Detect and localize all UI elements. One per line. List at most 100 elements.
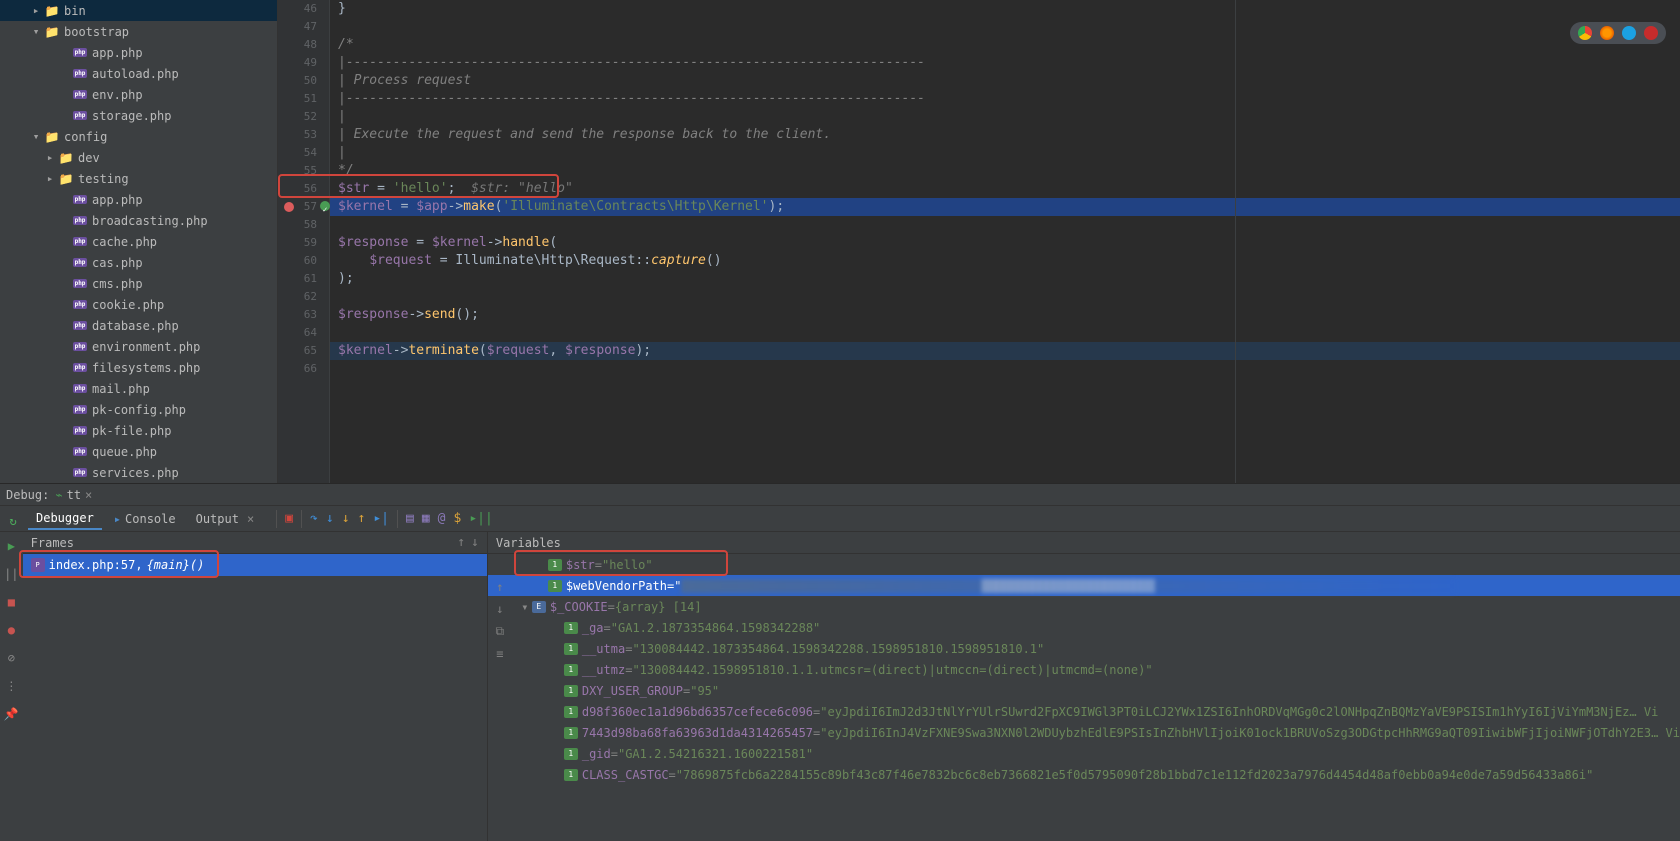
run-to-cursor-icon[interactable]: ▸| bbox=[373, 511, 389, 526]
frame-row[interactable]: P index.php:57, {main}() bbox=[23, 554, 487, 576]
tree-item-cookie-php[interactable]: phpcookie.php bbox=[0, 294, 277, 315]
close-icon[interactable]: × bbox=[85, 488, 92, 502]
tree-item-cas-php[interactable]: phpcas.php bbox=[0, 252, 277, 273]
prev-frame-icon[interactable]: ↑ bbox=[457, 535, 465, 550]
chevron-icon[interactable]: ▾ bbox=[28, 25, 44, 38]
copy-icon[interactable]: ⧉ bbox=[496, 624, 505, 639]
tree-item-database-php[interactable]: phpdatabase.php bbox=[0, 315, 277, 336]
variable-row[interactable]: 1CLASS_CASTGC = "7869875fcb6a2284155c89b… bbox=[488, 764, 1680, 785]
debug-leftbar[interactable]: ▶ || ■ ● ⊘ ⋮ 📌 bbox=[0, 532, 23, 841]
gutter-line[interactable]: 52 bbox=[278, 108, 317, 126]
step-out-icon[interactable]: ↑ bbox=[358, 511, 366, 526]
code-line[interactable]: $str = 'hello'; $str: "hello" bbox=[330, 180, 1680, 198]
code-area[interactable]: }/*|------------------------------------… bbox=[330, 0, 1680, 483]
view-breakpoints-icon[interactable]: ● bbox=[3, 622, 19, 638]
tree-item-mail-php[interactable]: phpmail.php bbox=[0, 378, 277, 399]
tree-item-env-php[interactable]: phpenv.php bbox=[0, 84, 277, 105]
code-line[interactable]: */ bbox=[330, 162, 1680, 180]
tree-item-broadcasting-php[interactable]: phpbroadcasting.php bbox=[0, 210, 277, 231]
tree-item-app-php[interactable]: phpapp.php bbox=[0, 189, 277, 210]
gutter-line[interactable]: 53 bbox=[278, 126, 317, 144]
code-line[interactable] bbox=[330, 324, 1680, 342]
tree-item-storage-php[interactable]: phpstorage.php bbox=[0, 105, 277, 126]
gutter-line[interactable]: 59 bbox=[278, 234, 317, 252]
gutter-line[interactable]: 64 bbox=[278, 324, 317, 342]
chevron-icon[interactable]: ▾ bbox=[28, 130, 44, 143]
tree-item-config[interactable]: ▾📁config bbox=[0, 126, 277, 147]
code-line[interactable]: |---------------------------------------… bbox=[330, 54, 1680, 72]
frames-panel[interactable]: Frames ↑ ↓ P index.php:57, {main}() bbox=[23, 532, 488, 841]
tab-output[interactable]: Output× bbox=[188, 509, 263, 529]
variable-row[interactable]: 1_gid = "GA1.2.54216321.1600221581" bbox=[488, 743, 1680, 764]
variable-row[interactable]: 17443d98ba68fa63963d1da4314265457 = "eyJ… bbox=[488, 722, 1680, 743]
mute-breakpoints-icon[interactable]: ⊘ bbox=[3, 650, 19, 666]
code-line[interactable]: | Execute the request and send the respo… bbox=[330, 126, 1680, 144]
gutter-line[interactable]: 66 bbox=[278, 360, 317, 378]
code-line[interactable]: |---------------------------------------… bbox=[330, 90, 1680, 108]
chevron-icon[interactable]: ▸ bbox=[28, 4, 44, 17]
tree-item-filesystems-php[interactable]: phpfilesystems.php bbox=[0, 357, 277, 378]
gutter-line[interactable]: 61 bbox=[278, 270, 317, 288]
gutter-line[interactable]: 60 bbox=[278, 252, 317, 270]
code-line[interactable]: $kernel = $app->make('Illuminate\Contrac… bbox=[330, 198, 1680, 216]
tree-item-services-php[interactable]: phpservices.php bbox=[0, 462, 277, 483]
tree-item-cache-php[interactable]: phpcache.php bbox=[0, 231, 277, 252]
step-into-icon[interactable]: ↓ bbox=[326, 511, 334, 526]
pin-icon[interactable]: 📌 bbox=[3, 706, 19, 722]
code-line[interactable]: } bbox=[330, 0, 1680, 18]
variable-row[interactable]: 1d98f360ec1a1d96bd6357cefece6c096 = "eyJ… bbox=[488, 701, 1680, 722]
code-line[interactable]: $response->send(); bbox=[330, 306, 1680, 324]
tab-debugger[interactable]: Debugger bbox=[28, 508, 102, 530]
jump-up-icon[interactable]: ↑ bbox=[496, 580, 503, 594]
tree-item-queue-php[interactable]: phpqueue.php bbox=[0, 441, 277, 462]
firefox-icon[interactable] bbox=[1600, 26, 1614, 40]
chrome-icon[interactable] bbox=[1578, 26, 1592, 40]
code-line[interactable] bbox=[330, 288, 1680, 306]
gutter-line[interactable]: 65 bbox=[278, 342, 317, 360]
code-line[interactable]: ); bbox=[330, 270, 1680, 288]
resume-icon[interactable]: ▸|| bbox=[469, 511, 492, 526]
variable-row[interactable]: 1_ga = "GA1.2.1873354864.1598342288" bbox=[488, 617, 1680, 638]
gutter-line[interactable]: 54 bbox=[278, 144, 317, 162]
tree-item-environment-php[interactable]: phpenvironment.php bbox=[0, 336, 277, 357]
variable-row[interactable]: ▾E$_COOKIE = {array} [14] bbox=[488, 596, 1680, 617]
rerun-icon[interactable]: ↻ bbox=[5, 513, 21, 529]
variable-row[interactable]: 1$str = "hello" bbox=[488, 554, 1680, 575]
gutter-line[interactable]: 63 bbox=[278, 306, 317, 324]
code-line[interactable] bbox=[330, 216, 1680, 234]
code-line[interactable]: $request = Illuminate\Http\Request::capt… bbox=[330, 252, 1680, 270]
gutter-line[interactable]: 47 bbox=[278, 18, 317, 36]
code-line[interactable]: | bbox=[330, 108, 1680, 126]
code-line[interactable] bbox=[330, 18, 1680, 36]
expand-icon[interactable]: ▾ bbox=[518, 600, 532, 614]
gutter-line[interactable]: 48 bbox=[278, 36, 317, 54]
next-frame-icon[interactable]: ↓ bbox=[471, 535, 479, 550]
stop-button[interactable]: ■ bbox=[3, 594, 19, 610]
settings-icon[interactable]: ⋮ bbox=[3, 678, 19, 694]
chevron-icon[interactable]: ▸ bbox=[42, 151, 58, 164]
at-icon[interactable]: @ bbox=[438, 511, 446, 526]
debug-toolbar[interactable]: ↻ Debugger ▸Console Output× ▣ ↷ ↓ ↓ ↑ ▸|… bbox=[0, 506, 1680, 532]
tree-item-pk-file-php[interactable]: phppk-file.php bbox=[0, 420, 277, 441]
variables-panel[interactable]: Variables ↑ ↓ ⧉ ≡ 1$str = "hello"1$webVe… bbox=[488, 532, 1680, 841]
dollar-icon[interactable]: $ bbox=[453, 511, 461, 526]
tree-item-autoload-php[interactable]: phpautoload.php bbox=[0, 63, 277, 84]
close-icon[interactable]: × bbox=[247, 512, 254, 526]
gutter-line[interactable]: 50 bbox=[278, 72, 317, 90]
code-line[interactable]: $response = $kernel->handle( bbox=[330, 234, 1680, 252]
safari-icon[interactable] bbox=[1622, 26, 1636, 40]
variable-row[interactable]: 1__utmz = "130084442.1598951810.1.1.utmc… bbox=[488, 659, 1680, 680]
code-editor[interactable]: 464748495051525354555657✓585960616263646… bbox=[278, 0, 1680, 483]
variable-row[interactable]: 1__utma = "130084442.1873354864.15983422… bbox=[488, 638, 1680, 659]
tree-item-dev[interactable]: ▸📁dev bbox=[0, 147, 277, 168]
debug-run-tab[interactable]: ⌁ tt × bbox=[49, 488, 98, 502]
gutter-line[interactable]: 62 bbox=[278, 288, 317, 306]
gutter-line[interactable]: 51 bbox=[278, 90, 317, 108]
diff-icon[interactable]: ≡ bbox=[496, 647, 503, 661]
tree-item-bootstrap[interactable]: ▾📁bootstrap bbox=[0, 21, 277, 42]
chevron-icon[interactable]: ▸ bbox=[42, 172, 58, 185]
tab-console[interactable]: ▸Console bbox=[106, 509, 184, 529]
opera-icon[interactable] bbox=[1644, 26, 1658, 40]
jump-down-icon[interactable]: ↓ bbox=[496, 602, 503, 616]
code-line[interactable]: /* bbox=[330, 36, 1680, 54]
